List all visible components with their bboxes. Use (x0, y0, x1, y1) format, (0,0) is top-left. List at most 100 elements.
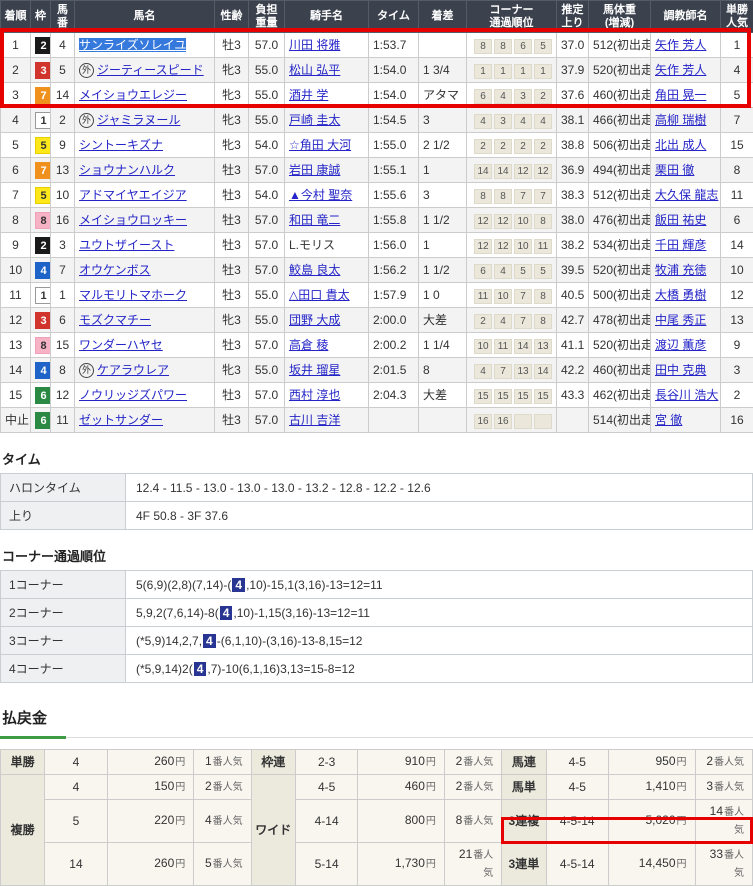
race-table-header-12: 調教師名 (651, 1, 721, 33)
corner-order-text: 5,9,2(7,6,14)-8( (136, 606, 219, 620)
horse-name-cell: メイショウロッキー (75, 208, 215, 233)
horse-link[interactable]: サンライズソレイユ (79, 38, 186, 52)
carried-weight-cell: 57.0 (249, 158, 285, 183)
horse-link[interactable]: マルモリトマホーク (79, 288, 187, 302)
trainer-cell: 高柳 瑞樹 (651, 108, 721, 133)
corner-position-badge: 12 (494, 239, 512, 254)
horse-link[interactable]: ジーティースピード (97, 63, 204, 77)
finish-order-cell: 11 (1, 283, 31, 308)
quinella-combination: 4-5 (546, 750, 608, 775)
horse-name-cell: ゼットサンダー (75, 408, 215, 433)
carried-weight-cell: 55.0 (249, 58, 285, 83)
sex-age-cell: 牡3 (215, 183, 249, 208)
race-row: 7510アドマイヤエイジア牡354.0▲今村 聖奈1:55.63887738.3… (1, 183, 753, 208)
jockey-link[interactable]: 団野 大成 (289, 313, 340, 327)
jockey-link[interactable]: 和田 竜二 (289, 213, 340, 227)
trainer-link[interactable]: 北出 成人 (655, 138, 706, 152)
race-result-table: 着順枠馬 番馬名性齢負担 重量騎手名タイム着差コーナー 通過順位推定 上り馬体重… (0, 0, 753, 433)
jockey-link[interactable]: 坂井 瑠星 (289, 363, 340, 377)
jockey-link[interactable]: 松山 弘平 (289, 63, 340, 77)
estimated-last3f-cell (557, 408, 589, 433)
horse-link[interactable]: ケアラウレア (97, 363, 169, 377)
trainer-link[interactable]: 大橋 勇樹 (655, 288, 706, 302)
horse-link[interactable]: メイショウロッキー (79, 213, 187, 227)
horse-link[interactable]: オウケンボス (79, 263, 151, 277)
corner-order-cell: 1212108 (467, 208, 557, 233)
race-row: 13815ワンダーハヤセ牡357.0高倉 稜2:00.21 1/41011141… (1, 333, 753, 358)
trainer-link[interactable]: 千田 輝彦 (655, 238, 706, 252)
wide-combination: 4-14 (295, 800, 357, 843)
yen-unit: 円 (426, 816, 436, 827)
horse-link[interactable]: ユウトザイースト (79, 238, 174, 252)
win-popularity-cell: 15 (721, 133, 753, 158)
trainer-link[interactable]: 飯田 祐史 (655, 213, 706, 227)
place-amount: 220円 (107, 800, 194, 843)
trainer-link[interactable]: 矢作 芳人 (655, 38, 706, 52)
trainer-link[interactable]: 田中 克典 (655, 363, 706, 377)
corner-order-text: (*5,9)14,2,7, (136, 634, 202, 648)
trainer-link[interactable]: 高柳 瑞樹 (655, 113, 706, 127)
horse-link[interactable]: メイショウエレジー (79, 88, 187, 102)
jockey-link[interactable]: ▲今村 聖奈 (289, 188, 352, 202)
horse-link[interactable]: アドマイヤエイジア (79, 188, 187, 202)
wide-popularity: 2番人気 (444, 775, 501, 800)
jockey-link[interactable]: 西村 淳也 (289, 388, 340, 402)
race-table-header-2: 馬 番 (51, 1, 75, 33)
corner-position-badge: 1 (534, 64, 552, 79)
corner-position-badge: 14 (494, 164, 512, 179)
jockey-link[interactable]: 古川 吉洋 (289, 413, 340, 427)
corner-position-badge: 4 (514, 114, 532, 129)
horse-link[interactable]: ショウナンハルク (79, 163, 175, 177)
time-cell: 2:04.3 (369, 383, 419, 408)
corner4-label: 4コーナー (1, 655, 126, 683)
trio-combination: 4-5-14 (546, 800, 608, 843)
horse-name-cell: 外ジーティースピード (75, 58, 215, 83)
trainer-link[interactable]: 中尾 秀正 (655, 313, 706, 327)
trainer-link[interactable]: 栗田 徹 (655, 163, 694, 177)
race-table-header-row: 着順枠馬 番馬名性齢負担 重量騎手名タイム着差コーナー 通過順位推定 上り馬体重… (1, 1, 753, 33)
time-cell: 1:56.0 (369, 233, 419, 258)
corner-position-badge: 16 (474, 414, 492, 429)
yen-unit: 円 (175, 757, 185, 768)
sex-age-cell: 牝3 (215, 358, 249, 383)
corner-position-badge: 12 (514, 164, 532, 179)
corner-order-cell: 2222 (467, 133, 557, 158)
jockey-link[interactable]: 岩田 康誠 (289, 163, 340, 177)
jockey-link[interactable]: 戸崎 圭太 (289, 113, 340, 127)
jockey-link[interactable]: 酒井 学 (289, 88, 328, 102)
jockey-link[interactable]: ☆角田 大河 (289, 138, 351, 152)
horse-link[interactable]: ワンダーハヤセ (79, 338, 163, 352)
jockey-link[interactable]: 鮫島 良太 (289, 263, 340, 277)
jockey-link[interactable]: 高倉 稜 (289, 338, 328, 352)
trainer-link[interactable]: 矢作 芳人 (655, 63, 706, 77)
horse-link[interactable]: シントーキズナ (79, 138, 163, 152)
trainer-link[interactable]: 渡辺 薫彦 (655, 338, 706, 352)
payout-section: 単勝 4 260円 1番人気 枠連 2-3 910円 2番人気 馬連 4-5 9… (0, 749, 753, 886)
trainer-link[interactable]: 長谷川 浩大 (655, 388, 718, 402)
trainer-cell: 千田 輝彦 (651, 233, 721, 258)
trainer-link[interactable]: 角田 晃一 (655, 88, 706, 102)
frame-number-cell: 2 (31, 233, 51, 258)
trainer-link[interactable]: 宮 徹 (655, 413, 682, 427)
horse-link[interactable]: ジャミラヌール (97, 113, 180, 127)
corner-position-badge: 8 (494, 189, 512, 204)
corner-position-badge: 12 (474, 214, 492, 229)
corner-order-cell: 15151515 (467, 383, 557, 408)
horse-link[interactable]: ノウリッジズパワー (79, 388, 187, 402)
jockey-link[interactable]: 川田 将雅 (289, 38, 340, 52)
trainer-link[interactable]: 大久保 龍志 (655, 188, 718, 202)
win-popularity-cell: 6 (721, 208, 753, 233)
horse-link[interactable]: ゼットサンダー (79, 413, 163, 427)
win-popularity: 1番人気 (194, 750, 251, 775)
jockey-link[interactable]: △田口 貴太 (289, 288, 350, 302)
horse-link[interactable]: モズクマチー (79, 313, 151, 327)
trainer-link[interactable]: 牧浦 充徳 (655, 263, 706, 277)
win-popularity-cell: 5 (721, 83, 753, 108)
corner-position-badge: 8 (534, 214, 552, 229)
corner-order-text: ,10)-1,15(3,16)-13=12=11 (233, 606, 370, 620)
horse-number-cell: 1 (51, 283, 75, 308)
highlighted-horse-number: 4 (194, 662, 207, 676)
carried-weight-cell: 55.0 (249, 308, 285, 333)
frame-number-badge: 7 (35, 87, 51, 104)
corner-position-badge: 13 (534, 339, 552, 354)
